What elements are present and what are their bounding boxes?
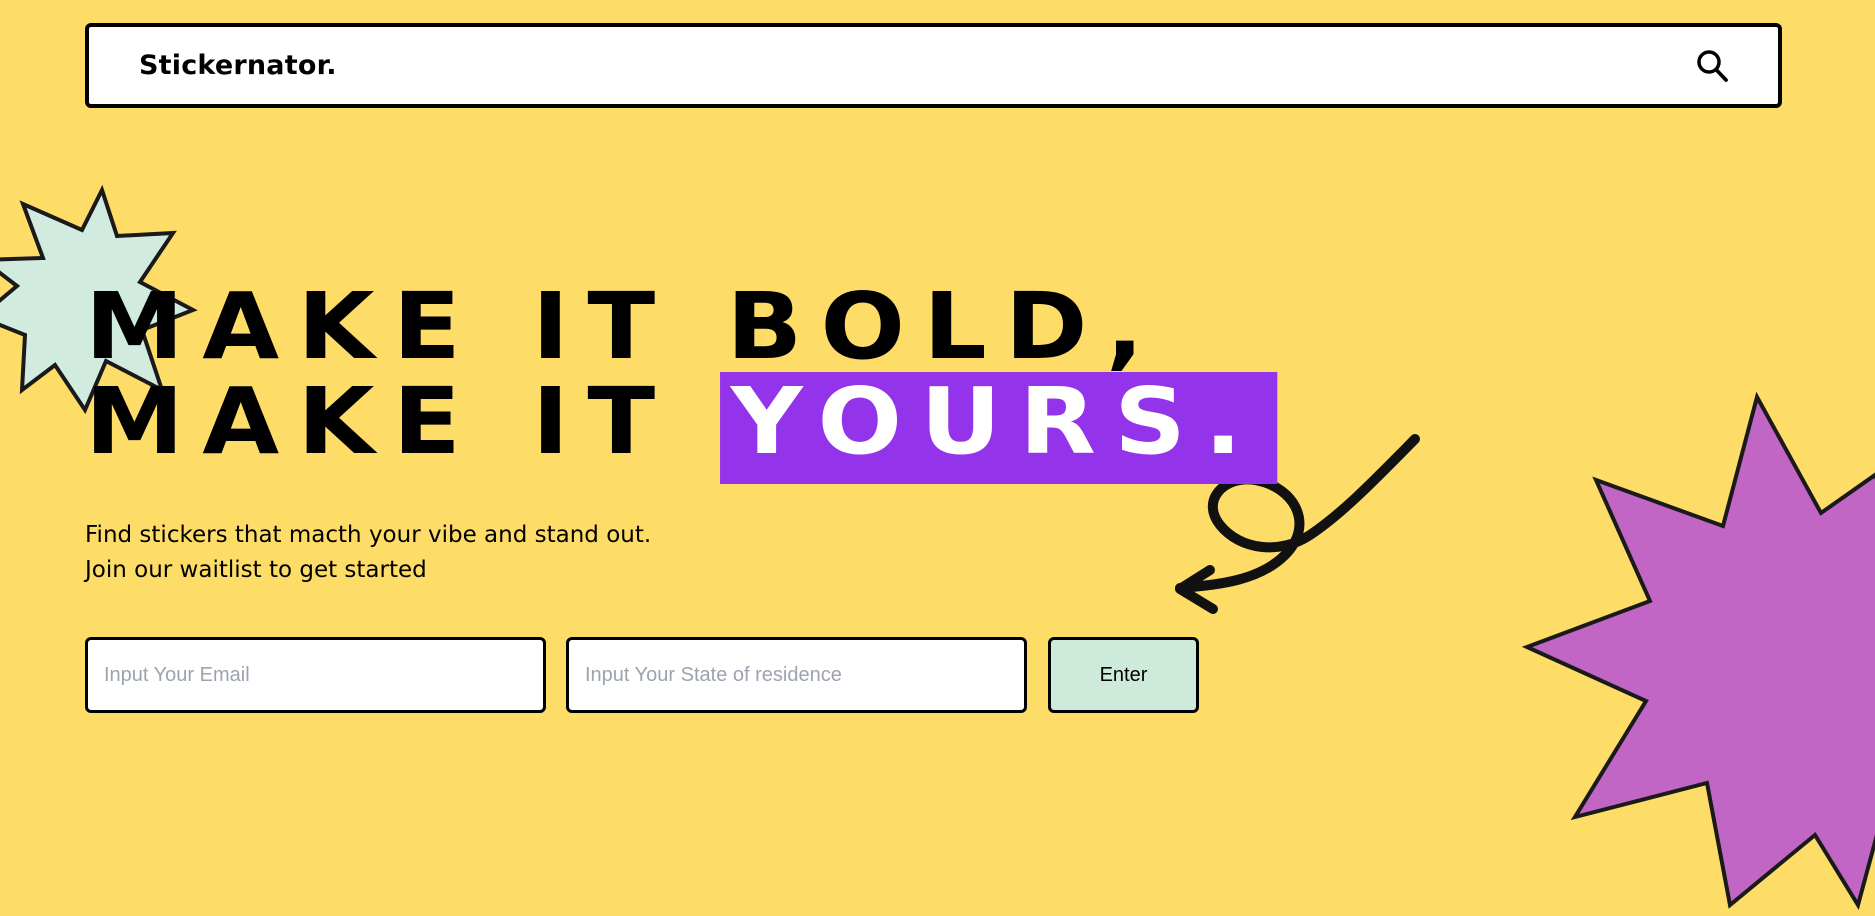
search-icon[interactable] (1696, 49, 1728, 83)
starburst-icon (1521, 391, 1875, 910)
landing-page: Stickernator. MAKE IT BOLD, MAKE IT YOUR… (0, 0, 1875, 916)
top-navbar: Stickernator. (85, 23, 1782, 108)
headline-line-2: MAKE IT YOURS. (85, 372, 1278, 484)
headline-line-1: MAKE IT BOLD, (85, 273, 1162, 380)
headline-highlight: YOURS. (719, 372, 1278, 484)
headline-line-2-prefix: MAKE IT (85, 368, 727, 475)
subtitle-line-1: Find stickers that macth your vibe and s… (85, 522, 652, 548)
hero-subtitle: Find stickers that macth your vibe and s… (85, 518, 651, 588)
email-input[interactable] (85, 637, 546, 713)
hero-headline: MAKE IT BOLD, MAKE IT YOURS. (85, 281, 1278, 484)
brand-logo[interactable]: Stickernator. (139, 50, 337, 81)
enter-button[interactable]: Enter (1048, 637, 1199, 713)
subtitle-line-2: Join our waitlist to get started (85, 557, 427, 583)
state-input[interactable] (566, 637, 1027, 713)
